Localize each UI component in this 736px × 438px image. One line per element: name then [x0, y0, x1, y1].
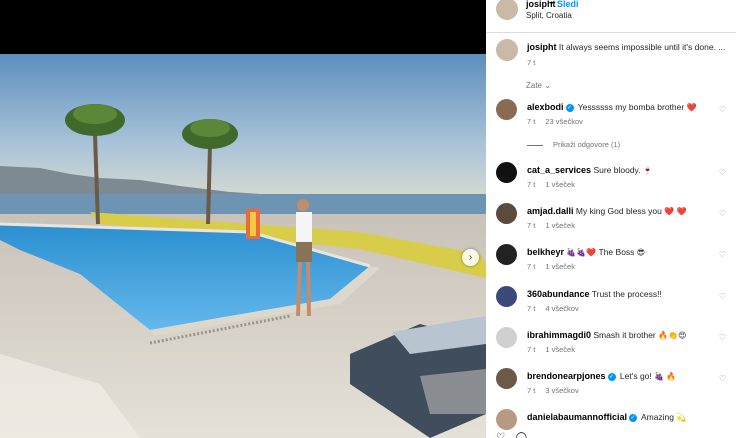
caption-avatar[interactable] [496, 39, 518, 61]
comment-item: brendonearpjones ✓ Let's go! 🍇 🔥 7 t 3 vše… [486, 368, 736, 404]
comment-username[interactable]: danielabaumannofficial [527, 412, 627, 422]
like-comment-icon[interactable]: ♡ [719, 168, 726, 177]
comment-text: My king God bless you [575, 206, 662, 216]
replies-line [527, 144, 543, 146]
comment-time: 7 t [527, 180, 536, 189]
comment-item: cat_a_services Sure bloody. 🍷 7 t 1 všeče… [486, 162, 736, 198]
comment-username[interactable]: alexbodi [527, 102, 564, 112]
comment-emoji: 🍇 🔥 [654, 372, 677, 381]
commenter-avatar[interactable] [496, 368, 517, 389]
commenter-avatar[interactable] [496, 286, 517, 307]
avatar[interactable] [496, 0, 518, 20]
comment-likes[interactable]: 1 všeček [545, 262, 575, 271]
chevron-right-icon: › [468, 251, 473, 263]
post-photo-pane: › [0, 0, 486, 438]
like-comment-icon[interactable]: ♡ [719, 374, 726, 383]
comment-emoji: 🍷 [642, 166, 653, 175]
commenter-avatar[interactable] [496, 99, 517, 120]
comment-username[interactable]: belkheyr [527, 247, 564, 257]
comment-emoji: 🔥👏😍 [658, 331, 687, 340]
comment-item: ibrahimmagdi0 Smash it brother 🔥👏😍 7 t 1 … [486, 327, 736, 363]
comment-item: 360abundance Trust the process!! 7 t 4 vš… [486, 286, 736, 322]
commenter-avatar[interactable] [496, 244, 517, 265]
comment-time: 7 t [527, 345, 536, 354]
view-replies-link[interactable]: Prikaži odgovore (1) [527, 140, 620, 149]
comment-icon[interactable]: ◯ [516, 432, 527, 438]
post-photo [0, 54, 486, 438]
like-comment-icon[interactable]: ♡ [719, 209, 726, 218]
commenter-avatar[interactable] [496, 327, 517, 348]
separator-dot: • [550, 0, 554, 8]
comment-username[interactable]: amjad.dalli [527, 206, 574, 216]
translate-toggle[interactable]: Zate ⌄ [526, 81, 551, 90]
caption-username[interactable]: josipht [527, 42, 557, 52]
commenter-avatar[interactable] [496, 162, 517, 183]
like-comment-icon[interactable]: ♡ [719, 250, 726, 259]
comment-time: 7 t [527, 262, 536, 271]
comment-emoji: ❤️ [686, 103, 697, 112]
like-comment-icon[interactable]: ♡ [719, 105, 726, 114]
comment-text: Yessssss my bomba brother [577, 102, 685, 112]
comment-time: 7 t [527, 304, 536, 313]
comment-likes[interactable]: 1 všeček [545, 180, 575, 189]
comment-likes[interactable]: 3 všečkov [545, 386, 578, 395]
comment-emoji: 🍇🍇❤️ [566, 248, 597, 257]
caption-body: It always seems impossible until it's do… [558, 42, 726, 52]
chevron-down-icon: ⌄ [544, 81, 551, 90]
comment-username[interactable]: 360abundance [527, 289, 590, 299]
verified-badge-icon: ✓ [629, 413, 638, 422]
commenter-avatar[interactable] [496, 409, 517, 430]
comment-likes[interactable]: 23 všečkov [545, 117, 583, 126]
caption-time: 7 t [527, 58, 536, 67]
comment-item: alexbodi ✓ Yessssss my bomba brother ❤️ 7… [486, 99, 736, 135]
comment-text: Smash it brother [593, 330, 656, 340]
comment-text: Trust the process!! [591, 289, 662, 299]
comment-item: belkheyr 🍇🍇❤️ The Boss 😎 7 t 1 všeček ♡ [486, 244, 736, 280]
comment-likes[interactable]: 1 všeček [545, 345, 575, 354]
comment-text: Let's go! [619, 371, 652, 381]
comment-text: Sure bloody. [593, 165, 641, 175]
like-icon[interactable]: ♡ [496, 432, 505, 438]
comment-username[interactable]: ibrahimmagdi0 [527, 330, 591, 340]
comment-time: 7 t [527, 386, 536, 395]
post-location[interactable]: Split, Croatia [526, 11, 572, 20]
verified-badge-icon: ✓ [607, 372, 616, 381]
post-header: josipht • Sledi Split, Croatia [486, 0, 736, 33]
comment-likes[interactable]: 4 všečkov [545, 304, 578, 313]
comment-time: 7 t [527, 221, 536, 230]
comment-likes[interactable]: 1 všeček [545, 221, 575, 230]
comment-emoji: 💫 [676, 413, 687, 422]
comment-item: amjad.dalli My king God bless you ❤️ ❤️ … [486, 203, 736, 239]
comment-emoji-trailing: 😎 [636, 248, 646, 257]
post-side-panel: josipht • Sledi Split, Croatia josipht I… [486, 0, 736, 438]
like-comment-icon[interactable]: ♡ [719, 333, 726, 342]
follow-button[interactable]: Sledi [557, 0, 579, 9]
verified-badge-icon: ✓ [565, 103, 574, 112]
comment-username[interactable]: cat_a_services [527, 165, 591, 175]
comment-text: The Boss [598, 247, 635, 257]
next-photo-button[interactable]: › [462, 249, 479, 266]
comment-emoji: ❤️ ❤️ [664, 207, 687, 216]
comment-text: Amazing [640, 412, 675, 422]
commenter-avatar[interactable] [496, 203, 517, 224]
caption-text: josipht It always seems impossible until… [527, 42, 727, 52]
like-comment-icon[interactable]: ♡ [719, 292, 726, 301]
comment-username[interactable]: brendonearpjones [527, 371, 606, 381]
comment-time: 7 t [527, 117, 536, 126]
post-actions: ♡ ◯ [496, 432, 527, 438]
